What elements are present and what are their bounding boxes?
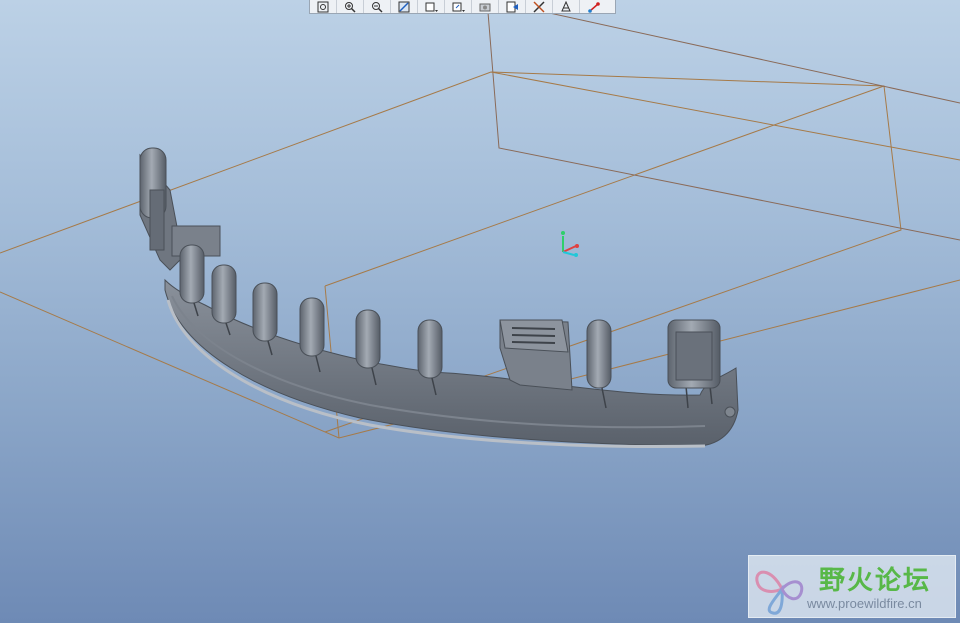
watermark-title: 野火论坛 <box>819 566 932 596</box>
repaint-icon <box>398 1 410 12</box>
datum-plane-side-top <box>544 11 960 104</box>
datum-plane-inner <box>490 71 960 161</box>
display-style-button[interactable] <box>418 0 445 13</box>
datum-plane-display-icon <box>506 1 518 12</box>
butterfly-logo-icon <box>755 570 804 615</box>
zoom-out-icon <box>372 1 383 13</box>
model-viewport[interactable] <box>0 0 960 623</box>
watermark-url: www.proewildfire.cn <box>807 596 922 611</box>
zoom-in-button[interactable] <box>337 0 364 13</box>
part-clip <box>499 319 573 391</box>
zoom-fit-button[interactable] <box>310 0 337 13</box>
datum-plane-display-button[interactable] <box>499 0 526 13</box>
part-boss <box>667 319 721 389</box>
datum-plane-side <box>486 0 960 241</box>
datum-axis-display-icon <box>533 0 545 13</box>
datum-axis-display-button[interactable] <box>526 0 553 13</box>
view-toolbar <box>309 0 616 14</box>
forum-watermark: 野火论坛 www.proewildfire.cn <box>748 555 956 618</box>
point-display-icon <box>561 0 571 11</box>
part-base <box>164 278 739 447</box>
csys-display-icon <box>587 1 600 13</box>
display-style-icon <box>425 2 438 12</box>
saved-views-icon <box>452 2 465 12</box>
part-model[interactable] <box>139 147 739 449</box>
csys-icon[interactable] <box>561 231 579 257</box>
zoom-out-button[interactable] <box>364 0 391 13</box>
saved-views-button[interactable] <box>445 0 472 13</box>
layer-icon <box>479 3 491 11</box>
point-display-button[interactable] <box>553 0 580 13</box>
zoom-in-icon <box>345 1 356 13</box>
layer-button[interactable] <box>472 0 499 13</box>
csys-display-button[interactable] <box>580 0 607 13</box>
datum-plane-right <box>324 85 885 287</box>
zoom-fit-icon <box>317 1 329 12</box>
repaint-button[interactable] <box>391 0 418 13</box>
